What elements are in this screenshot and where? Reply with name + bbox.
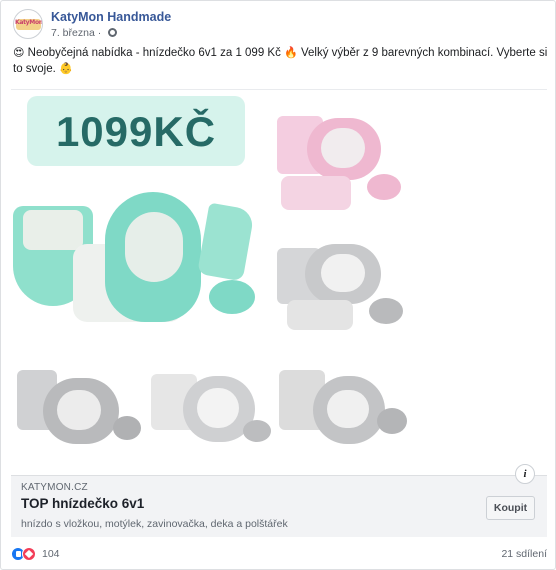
grey-product-set-4 — [279, 360, 409, 458]
love-reaction-icon[interactable] — [22, 547, 36, 561]
share-count[interactable]: 21 sdílení — [501, 548, 547, 560]
heart-eyes-emoji: 😍 — [13, 46, 25, 59]
baby-emoji: 👶 — [59, 62, 73, 75]
link-title[interactable]: TOP hnízdečko 6v1 — [21, 496, 144, 511]
grey-product-set-3 — [151, 360, 271, 458]
buy-button[interactable]: Koupit — [486, 496, 535, 520]
mint-product-set — [13, 186, 261, 328]
avatar[interactable]: KatyMon — [13, 9, 43, 39]
page-name-link[interactable]: KatyMon Handmade — [51, 10, 171, 24]
post-footer: 104 21 sdílení — [11, 541, 547, 565]
post-meta: 7. března · — [51, 27, 118, 39]
avatar-logo-text: KatyMon — [15, 19, 43, 26]
price-text: 1099KČ — [55, 108, 217, 155]
link-domain: KATYMON.CZ — [21, 482, 88, 493]
grey-product-set-2 — [17, 360, 141, 458]
link-preview[interactable]: i KATYMON.CZ TOP hnízdečko 6v1 hnízdo s … — [11, 464, 547, 537]
product-image[interactable]: 1099KČ — [11, 89, 547, 475]
post-text-part-1: Neobyčejná nabídka - hnízdečko 6v1 za 1 … — [27, 47, 281, 59]
globe-icon — [108, 28, 118, 37]
fire-emoji: 🔥 — [284, 46, 298, 59]
post-text: 😍 Neobyčejná nabídka - hnízdečko 6v1 za … — [13, 45, 548, 77]
info-icon[interactable]: i — [515, 464, 535, 484]
post-date[interactable]: 7. března — [51, 27, 95, 39]
price-badge: 1099KČ — [27, 96, 245, 166]
pink-product-set — [277, 112, 407, 216]
facebook-post-card: KatyMon KatyMon Handmade 7. března · 😍 Ne… — [0, 0, 556, 570]
post-header: KatyMon KatyMon Handmade 7. března · — [13, 9, 543, 41]
reaction-count[interactable]: 104 — [42, 548, 60, 560]
grey-product-set-1 — [277, 234, 407, 334]
link-description: hnízdo s vložkou, motýlek, zavinovačka, … — [21, 518, 288, 530]
